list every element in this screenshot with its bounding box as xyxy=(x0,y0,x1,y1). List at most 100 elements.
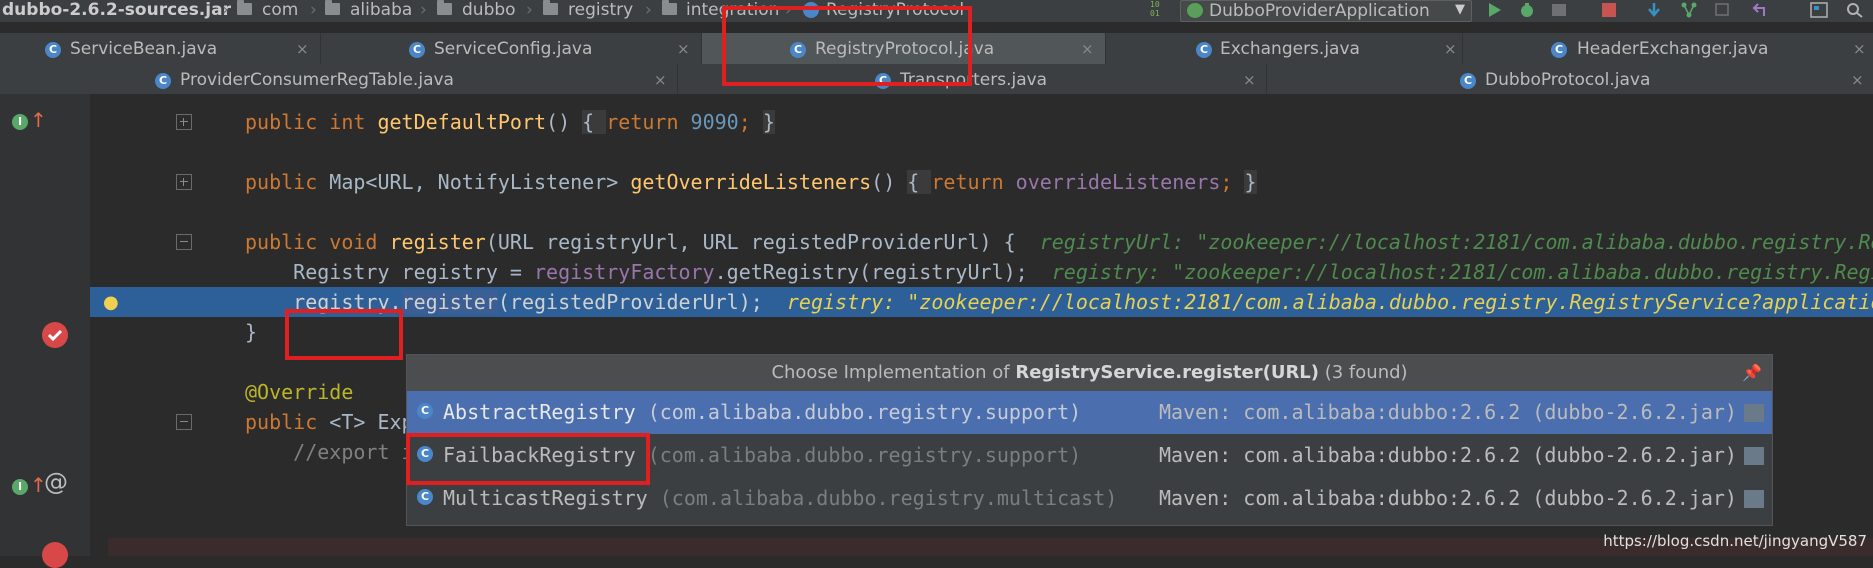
close-icon[interactable]: × xyxy=(677,39,690,59)
revert-icon[interactable] xyxy=(1750,2,1768,18)
pin-icon[interactable]: 📌 xyxy=(1742,363,1762,382)
code-line: Registry registry = registryFactory.getR… xyxy=(245,257,1873,287)
class-icon: C xyxy=(417,403,433,419)
tab-exchangers[interactable]: C Exchangers.java × xyxy=(1106,33,1463,64)
breadcrumb-separator: › xyxy=(645,0,652,20)
folder-icon xyxy=(662,0,677,15)
spring-icon xyxy=(1187,3,1203,18)
tab-headerexchanger[interactable]: C HeaderExchanger.java × xyxy=(1463,33,1873,64)
implementing-method-icon[interactable]: I xyxy=(12,114,28,130)
maven-artifact: Maven: com.alibaba:dubbo:2.6.2 (dubbo-2.… xyxy=(1159,443,1737,467)
close-icon[interactable]: × xyxy=(1243,70,1256,90)
class-icon: C xyxy=(45,42,61,58)
breadcrumb-dubbo[interactable]: dubbo xyxy=(462,0,516,22)
jar-library-icon xyxy=(1744,447,1764,465)
folder-icon xyxy=(543,0,558,15)
fold-collapse-icon[interactable] xyxy=(176,234,192,250)
code-line: public int getDefaultPort() { return 909… xyxy=(245,110,775,134)
code-line: @Override xyxy=(245,380,354,404)
check-icon xyxy=(47,329,63,342)
folder-icon xyxy=(237,0,252,15)
inline-debug-value: registry: "zookeeper://localhost:2181/co… xyxy=(1051,260,1873,284)
breadcrumb-separator: › xyxy=(526,0,533,20)
class-icon: C xyxy=(1551,42,1567,58)
implementation-name: MulticastRegistry xyxy=(443,486,648,510)
list-item-abstractregistry[interactable]: C AbstractRegistry (com.alibaba.dubbo.re… xyxy=(407,391,1772,434)
maven-artifact: Maven: com.alibaba:dubbo:2.6.2 (dubbo-2.… xyxy=(1159,486,1737,510)
editor-gutter: I ↑ I ↑ @ xyxy=(0,94,90,568)
implementation-name: AbstractRegistry xyxy=(443,400,636,424)
code-line: registry.register(registedProviderUrl); … xyxy=(245,287,1873,317)
breadcrumb-separator: › xyxy=(420,0,427,20)
arrow-up-icon: ↑ xyxy=(30,108,47,132)
breadcrumb-registry[interactable]: registry xyxy=(568,0,633,22)
chevron-down-icon: ▼ xyxy=(1455,2,1465,17)
tab-providerconsumerregtable[interactable]: C ProviderConsumerRegTable.java × xyxy=(0,64,678,95)
close-icon[interactable]: × xyxy=(296,39,309,59)
close-icon[interactable]: × xyxy=(1853,39,1866,59)
code-line: public void register(URL registryUrl, UR… xyxy=(245,227,1873,257)
jar-library-icon xyxy=(1744,490,1764,508)
tab-label: ProviderConsumerRegTable.java xyxy=(180,70,454,90)
watermark: https://blog.csdn.net/jingyangV587 xyxy=(1603,532,1867,550)
folder-icon xyxy=(325,0,340,15)
class-icon: C xyxy=(417,489,433,505)
class-icon: C xyxy=(155,73,171,89)
fold-expand-icon[interactable] xyxy=(176,114,192,130)
jar-library-icon xyxy=(1744,404,1764,422)
run-configuration-select[interactable]: DubboProviderApplication ▼ xyxy=(1180,0,1472,22)
implementing-method-icon[interactable]: I xyxy=(12,479,28,495)
folder-icon xyxy=(437,0,452,15)
tab-label: ServiceBean.java xyxy=(70,39,218,59)
class-icon: C xyxy=(1196,42,1212,58)
tab-label: Exchangers.java xyxy=(1220,39,1360,59)
breakpoint-icon[interactable] xyxy=(42,322,68,348)
vcs-branch-icon[interactable] xyxy=(1680,2,1698,18)
close-icon[interactable]: × xyxy=(1081,39,1094,59)
close-icon[interactable]: × xyxy=(1444,39,1457,59)
tab-serviceconfig[interactable]: C ServiceConfig.java × xyxy=(321,33,702,64)
breadcrumb-alibaba[interactable]: alibaba xyxy=(350,0,412,22)
search-icon[interactable] xyxy=(1846,2,1864,18)
close-icon[interactable]: × xyxy=(654,70,667,90)
fold-collapse-icon[interactable] xyxy=(176,414,192,430)
popup-title: Choose Implementation of RegistryService… xyxy=(407,355,1772,391)
method-call-register[interactable]: register xyxy=(401,290,498,314)
structure-icon[interactable] xyxy=(1810,2,1828,18)
run-icon[interactable] xyxy=(1486,2,1504,18)
override-annotation-icon[interactable]: @ xyxy=(44,468,68,496)
breadcrumb-jar[interactable]: dubbo-2.6.2-sources.jar xyxy=(2,0,231,22)
vcs-update-icon[interactable] xyxy=(1645,2,1663,18)
inline-debug-value: registry: "zookeeper://localhost:2181/co… xyxy=(786,290,1873,314)
breadcrumb-separator: › xyxy=(222,0,229,20)
inline-debug-value: registryUrl: "zookeeper://localhost:2181… xyxy=(1039,230,1873,254)
breadcrumb-com[interactable]: com xyxy=(262,0,298,22)
code-line: public Map<URL, NotifyListener> getOverr… xyxy=(245,170,1257,194)
run-configuration-label: DubboProviderApplication xyxy=(1209,1,1430,21)
class-icon: C xyxy=(1460,73,1476,89)
breakpoint-icon[interactable] xyxy=(42,542,68,568)
implementation-package: (com.alibaba.dubbo.registry.multicast) xyxy=(647,486,1118,510)
fold-expand-icon[interactable] xyxy=(176,174,192,190)
close-icon[interactable]: × xyxy=(1851,70,1864,90)
breadcrumb-separator: › xyxy=(310,0,317,20)
coverage-icon[interactable] xyxy=(1550,2,1568,18)
tab-servicebean[interactable]: C ServiceBean.java × xyxy=(0,33,321,64)
annotation-box-register-call xyxy=(285,309,403,360)
binary-icon[interactable]: 10 01 xyxy=(1150,0,1160,18)
annotation-box-tab xyxy=(722,6,972,86)
code-line: } xyxy=(245,320,258,344)
tab-label: HeaderExchanger.java xyxy=(1577,39,1769,59)
maven-artifact: Maven: com.alibaba:dubbo:2.6.2 (dubbo-2.… xyxy=(1159,400,1737,424)
lightbulb-icon[interactable]: ● xyxy=(103,292,119,313)
debug-icon[interactable] xyxy=(1518,2,1536,18)
stop-icon[interactable] xyxy=(1600,2,1618,18)
implementation-package: (com.alibaba.dubbo.registry.support) xyxy=(635,443,1082,467)
vcs-commit-icon[interactable] xyxy=(1715,2,1733,18)
class-icon: C xyxy=(409,42,425,58)
tab-label: ServiceConfig.java xyxy=(434,39,593,59)
implementation-package: (com.alibaba.dubbo.registry.support) xyxy=(635,400,1082,424)
tab-label: DubboProtocol.java xyxy=(1485,70,1651,90)
annotation-box-failbackregistry xyxy=(406,433,650,485)
tab-dubboprotocol[interactable]: C DubboProtocol.java × xyxy=(1267,64,1873,95)
